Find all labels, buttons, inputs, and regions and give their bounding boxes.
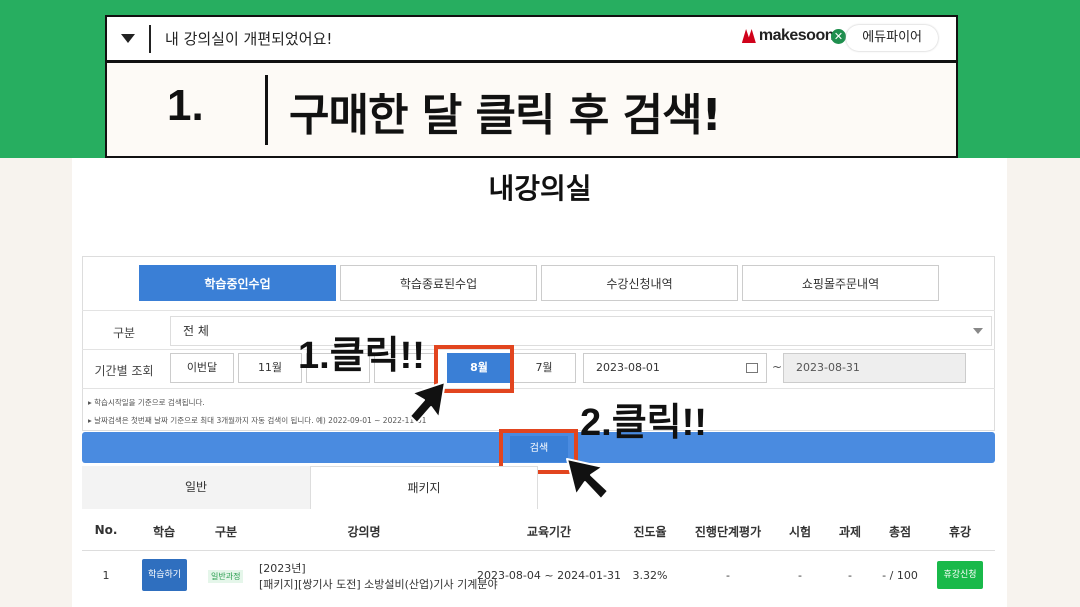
start-date-value: 2023-08-01 bbox=[596, 361, 660, 374]
notice-bar: 내 강의실이 개편되었어요! makesoon ✕ 에듀파이어 bbox=[105, 15, 958, 62]
header-no: No. bbox=[94, 523, 118, 537]
subtab-package[interactable]: 패키지 bbox=[310, 466, 538, 509]
course-period: 2023-08-04 ~ 2024-01-31 bbox=[476, 569, 622, 582]
total-value: - / 100 bbox=[882, 569, 918, 582]
break-request-button[interactable]: 휴강신청 bbox=[937, 561, 983, 589]
calendar-icon[interactable] bbox=[746, 363, 758, 373]
search-note-2: ▸ 날짜검색은 첫번째 날짜 기준으로 최대 3개월까지 자동 검색이 됩니다.… bbox=[88, 416, 427, 425]
start-date-input[interactable]: 2023-08-01 bbox=[583, 353, 767, 383]
divider bbox=[82, 310, 995, 311]
step-banner: 1. 구매한 달 클릭 후 검색! bbox=[105, 61, 958, 158]
dropdown-triangle-icon[interactable] bbox=[121, 34, 135, 43]
header-total: 총점 bbox=[888, 525, 912, 539]
divider bbox=[82, 388, 995, 389]
end-date-value: 2023-08-31 bbox=[796, 361, 860, 374]
step-divider bbox=[265, 75, 268, 145]
header-period: 교육기간 bbox=[526, 525, 572, 539]
makesoon-logo: makesoon bbox=[741, 27, 835, 45]
header-stage-eval: 진행단계평가 bbox=[694, 525, 762, 539]
course-name-year[interactable]: [2023년] bbox=[259, 560, 306, 576]
edufire-logo: 에듀파이어 bbox=[846, 25, 938, 51]
search-note-1: ▸ 학습시작일을 기준으로 검색됩니다. bbox=[88, 398, 205, 407]
period-label: 기간별 조회 bbox=[94, 364, 154, 378]
stage-eval-value: - bbox=[726, 569, 730, 582]
annotation-click-1: 1.클릭!! bbox=[298, 335, 425, 377]
category-label: 구분 bbox=[112, 326, 136, 340]
study-button[interactable]: 학습하기 bbox=[142, 559, 187, 591]
tab-finished[interactable]: 학습종료된수업 bbox=[340, 265, 537, 301]
cursor-arrow-icon bbox=[409, 381, 446, 424]
step-number: 1. bbox=[167, 81, 204, 130]
brand-name: makesoon bbox=[758, 27, 835, 44]
makesoon-m-icon bbox=[741, 29, 756, 43]
course-progress: 3.32% bbox=[632, 569, 668, 582]
category-value: 전 체 bbox=[183, 324, 209, 338]
course-name-title[interactable]: [패키지][쌍기사 도전] 소방설비(산업)기사 기계분야 bbox=[259, 576, 498, 592]
end-date-input: 2023-08-31 bbox=[783, 353, 966, 383]
page-title: 내강의실 bbox=[488, 172, 592, 205]
type-badge: 일반과정 bbox=[208, 570, 244, 583]
header-type: 구분 bbox=[214, 525, 238, 539]
step-title: 구매한 달 클릭 후 검색! bbox=[289, 90, 722, 141]
exam-value: - bbox=[798, 569, 802, 582]
row-no: 1 bbox=[102, 569, 110, 582]
month-button-11[interactable]: 11월 bbox=[238, 353, 302, 383]
chevron-down-icon bbox=[973, 328, 983, 334]
header-study: 학습 bbox=[152, 525, 176, 539]
header-exam: 시험 bbox=[788, 525, 812, 539]
header-assignment: 과제 bbox=[838, 525, 862, 539]
subtab-general[interactable]: 일반 bbox=[82, 466, 310, 509]
notice-text: 내 강의실이 개편되었어요! bbox=[165, 30, 333, 48]
month-button-this[interactable]: 이번달 bbox=[170, 353, 234, 383]
header-progress: 진도율 bbox=[633, 525, 667, 539]
annotation-click-2: 2.클릭!! bbox=[580, 402, 707, 444]
divider bbox=[82, 349, 995, 350]
divider bbox=[149, 24, 151, 53]
header-break: 휴강 bbox=[948, 525, 972, 539]
tab-applications[interactable]: 수강신청내역 bbox=[541, 265, 738, 301]
month-button-7[interactable]: 7월 bbox=[512, 353, 576, 383]
close-icon[interactable]: ✕ bbox=[831, 29, 846, 44]
category-select[interactable]: 전 체 bbox=[170, 316, 992, 346]
tab-learning[interactable]: 학습중인수업 bbox=[139, 265, 336, 301]
tab-shop-orders[interactable]: 쇼핑몰주문내역 bbox=[742, 265, 939, 301]
header-course-name: 강의명 bbox=[347, 525, 381, 539]
assignment-value: - bbox=[848, 569, 852, 582]
date-separator: ~ bbox=[772, 360, 783, 374]
